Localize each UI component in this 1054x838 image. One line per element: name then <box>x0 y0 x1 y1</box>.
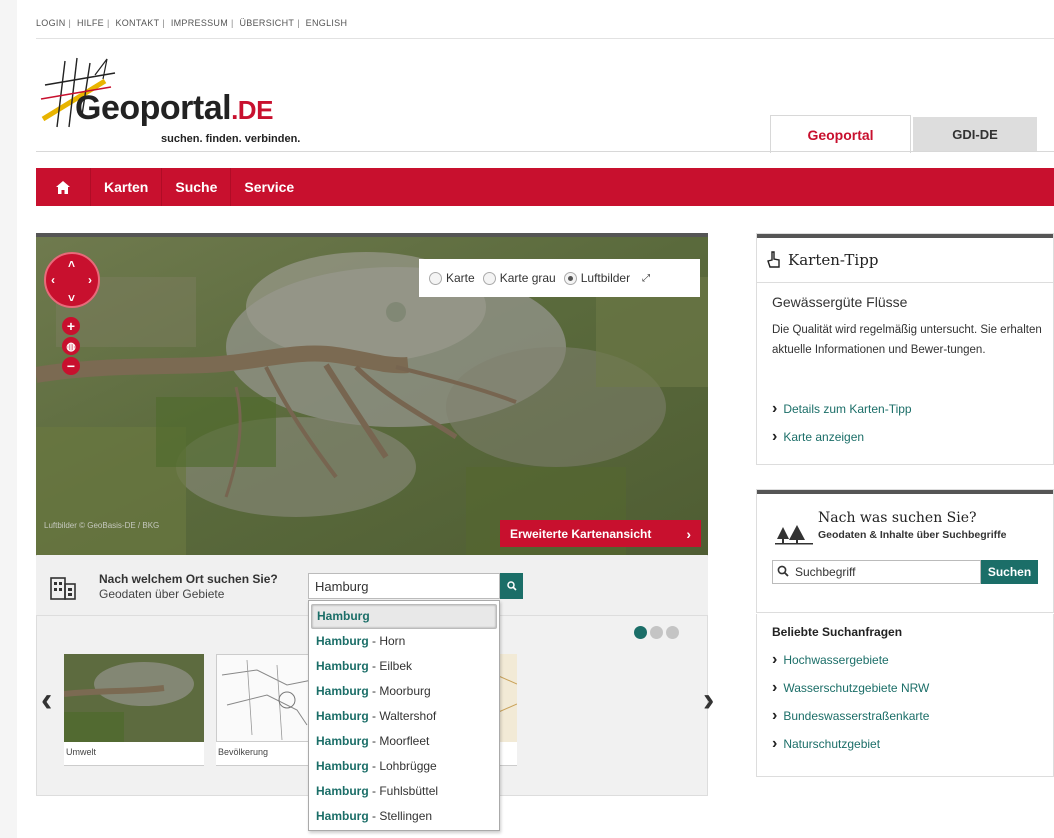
divider <box>36 151 1054 152</box>
popular-link[interactable]: Naturschutzgebiet <box>772 735 880 753</box>
divider <box>757 490 1053 494</box>
tab-gdi-de[interactable]: GDI-DE <box>913 117 1037 151</box>
tip-title: Gewässergüte Flüsse <box>772 294 908 310</box>
zoom-in-button[interactable]: + <box>62 317 80 335</box>
building-icon <box>50 577 76 600</box>
location-search-button[interactable] <box>500 573 523 599</box>
tab-geoportal[interactable]: Geoportal <box>770 115 911 153</box>
nav-item-karten[interactable]: Karten <box>90 168 161 206</box>
english-link[interactable]: ENGLISH <box>306 18 348 28</box>
suggestion-item[interactable]: Hamburg - Moorfleet <box>309 729 499 754</box>
top-links: LOGIN | HILFE | KONTAKT | IMPRESSUM | ÜBERSI… <box>36 18 348 28</box>
keyword-search-panel: Nach was suchen Sie? Geodaten & Inhalte … <box>756 489 1054 613</box>
zoom-control: + ◍ − <box>62 317 82 375</box>
login-link[interactable]: LOGIN <box>36 18 66 28</box>
main-nav: Karten Suche Service <box>36 168 1054 206</box>
nav-item-suche[interactable]: Suche <box>161 168 230 206</box>
radio-icon <box>429 271 442 285</box>
tip-details-link[interactable]: Details zum Karten-Tipp <box>772 400 911 418</box>
logo-name: Geoportal <box>75 89 232 127</box>
popular-searches-panel: Beliebte Suchanfragen Hochwassergebiete … <box>756 614 1054 777</box>
layer-label: Karte grau <box>499 271 556 285</box>
fullscreen-icon[interactable]: ⤢ <box>642 273 650 284</box>
location-search-input[interactable]: Hamburg <box>308 573 500 599</box>
location-suggestions: Hamburg Hamburg - Horn Hamburg - Eilbek … <box>308 600 500 831</box>
overview-link[interactable]: ÜBERSICHT <box>240 18 295 28</box>
pan-left-icon[interactable]: ‹ <box>51 274 55 286</box>
keyword-search-button[interactable]: Suchen <box>981 560 1038 584</box>
imprint-link[interactable]: IMPRESSUM <box>171 18 228 28</box>
search-icon <box>506 581 517 591</box>
popular-heading: Beliebte Suchanfragen <box>772 625 903 639</box>
expanded-map-label: Erweiterte Kartenansicht <box>510 526 652 541</box>
carousel-dots <box>634 626 679 639</box>
zoom-out-button[interactable]: − <box>62 357 80 375</box>
keyword-search-input[interactable]: Suchbegriff <box>772 560 981 584</box>
pan-right-icon[interactable]: › <box>88 274 92 286</box>
thumbnail-image <box>64 654 204 742</box>
contact-link[interactable]: KONTAKT <box>115 18 159 28</box>
suggestion-item[interactable]: Hamburg - Lohbrügge <box>309 754 499 779</box>
popular-link[interactable]: Bundeswasserstraßenkarte <box>772 707 929 725</box>
popular-link[interactable]: Wasserschutzgebiete NRW <box>772 679 929 697</box>
layer-label: Karte <box>446 271 475 285</box>
search-heading: Nach was suchen Sie? <box>818 510 977 526</box>
expanded-map-button[interactable]: Erweiterte Kartenansicht › <box>500 520 701 547</box>
carousel-prev-icon[interactable]: ‹ <box>41 683 52 717</box>
thumbnail-caption: Umwelt <box>66 747 97 757</box>
divider <box>36 38 1054 39</box>
tip-show-map-link[interactable]: Karte anzeigen <box>772 428 864 446</box>
theme-card-umwelt[interactable]: Umwelt <box>64 654 204 766</box>
suggestion-item[interactable]: Hamburg - Moorburg <box>309 679 499 704</box>
location-subtitle: Geodaten über Gebiete <box>99 587 225 601</box>
help-link[interactable]: HILFE <box>77 18 104 28</box>
carousel-dot[interactable] <box>666 626 679 639</box>
carousel-next-icon[interactable]: › <box>703 683 714 717</box>
location-question: Nach welchem Ort suchen Sie? <box>99 572 278 586</box>
suggestion-item[interactable]: Hamburg - Stellingen <box>309 804 499 829</box>
chevron-right-icon: › <box>686 525 691 542</box>
tip-text: Die Qualität wird regelmäßig untersucht.… <box>772 324 1042 356</box>
layer-option-luftbilder[interactable]: Luftbilder <box>563 271 631 285</box>
pointer-hand-icon <box>767 251 780 268</box>
radio-selected-icon <box>563 271 577 285</box>
tip-heading: Karten-Tipp <box>788 251 879 269</box>
layer-option-karte[interactable]: Karte <box>429 271 475 285</box>
layer-switcher: Karte Karte grau Luftbilder ⤢ <box>419 259 700 297</box>
logo-tld: .DE <box>231 95 273 125</box>
suggestion-item[interactable]: Hamburg - Eilbek <box>309 654 499 679</box>
carousel-dot[interactable] <box>650 626 663 639</box>
carousel-dot[interactable] <box>634 626 647 639</box>
home-button[interactable] <box>36 168 90 206</box>
popular-link[interactable]: Hochwassergebiete <box>772 651 888 669</box>
pan-down-icon[interactable]: ˅ <box>68 292 75 304</box>
logo[interactable]: Geoportal.DE suchen. finden. verbinden. <box>35 55 355 150</box>
map-attribution: Luftbilder © GeoBasis-DE / BKG <box>44 521 160 530</box>
search-icon <box>777 565 789 577</box>
map-tip-panel: Karten-Tipp Gewässergüte Flüsse Die Qual… <box>756 233 1054 465</box>
layer-label: Luftbilder <box>580 271 631 285</box>
trees-icon <box>775 525 813 545</box>
home-icon <box>56 180 70 194</box>
suggestion-item[interactable]: Hamburg - Fuhlsbüttel <box>309 779 499 804</box>
pan-up-icon[interactable]: ˄ <box>68 258 75 270</box>
layer-option-karte-grau[interactable]: Karte grau <box>482 271 556 285</box>
suggestion-item[interactable]: Hamburg - Horn <box>309 629 499 654</box>
suggestion-item[interactable]: Hamburg <box>311 604 497 629</box>
logo-tagline: suchen. finden. verbinden. <box>161 133 301 145</box>
radio-icon <box>482 271 496 285</box>
nav-item-service[interactable]: Service <box>230 168 307 206</box>
globe-icon[interactable]: ◍ <box>62 337 80 355</box>
suggestion-item[interactable]: Hamburg - Waltershof <box>309 704 499 729</box>
search-subheading: Geodaten & Inhalte über Suchbegriffe <box>818 529 1007 541</box>
pan-control[interactable]: ˄ ‹ › ˅ <box>44 252 100 308</box>
